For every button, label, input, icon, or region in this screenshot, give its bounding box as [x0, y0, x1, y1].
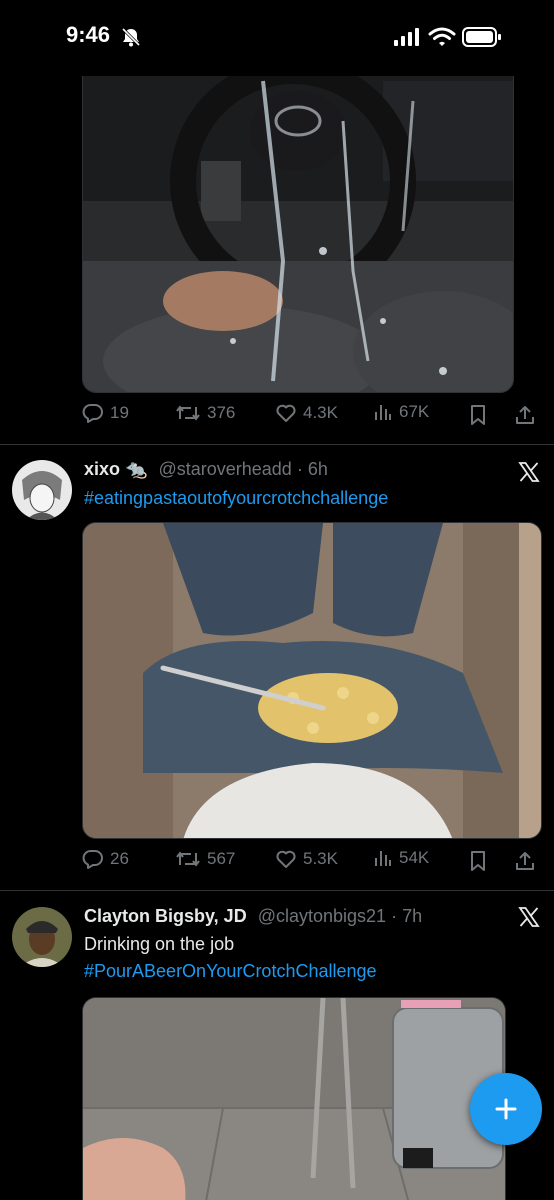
plus-icon [495, 1098, 517, 1120]
repost-icon [176, 851, 200, 867]
compose-button[interactable] [470, 1073, 542, 1145]
repost-icon [176, 405, 200, 421]
reply-icon [82, 850, 103, 869]
bookmark-icon[interactable] [468, 850, 488, 872]
wifi-icon [428, 27, 456, 46]
display-name[interactable]: Clayton Bigsby, JD [84, 906, 247, 926]
tweet-divider [0, 890, 554, 891]
x-logo-icon [518, 462, 540, 482]
like-count: 4.3K [303, 403, 338, 422]
views-button[interactable]: 67K [373, 402, 429, 422]
reply-button[interactable]: 19 [82, 402, 129, 424]
tweet-header: Clayton Bigsby, JD @claytonbigs21 · 7h [84, 906, 422, 927]
views-chart-icon [375, 851, 391, 866]
like-count: 5.3K [303, 849, 338, 868]
bell-slash-icon [121, 27, 141, 47]
share-icon[interactable] [514, 404, 536, 426]
share-icon[interactable] [514, 850, 536, 872]
views-count: 67K [399, 402, 430, 421]
tweet-image[interactable] [82, 60, 514, 393]
views-button[interactable]: 54K [373, 848, 429, 868]
reply-button[interactable]: 26 [82, 848, 129, 870]
x-logo-icon [518, 907, 540, 927]
avatar[interactable] [12, 907, 72, 967]
repost-count: 567 [207, 849, 236, 868]
status-bar: 9:46 [0, 0, 554, 76]
repost-button[interactable]: 376 [175, 402, 235, 424]
battery-icon [462, 27, 501, 47]
tweet-header: xixo 🐀 @staroverheadd · 6h [84, 459, 328, 480]
cellular-signal-icon [394, 28, 419, 46]
handle[interactable]: @staroverheadd [158, 459, 291, 479]
hashtag-link[interactable]: #PourABeerOnYourCrotchChallenge [84, 961, 377, 982]
bookmark-icon[interactable] [468, 404, 488, 426]
reply-count: 26 [110, 849, 129, 868]
tweet-divider [0, 444, 554, 445]
views-chart-icon [375, 405, 391, 420]
tweet-time: · 6h [296, 459, 328, 479]
heart-icon [276, 404, 296, 422]
display-name[interactable]: xixo 🐀 [84, 459, 147, 479]
tweet-actions: 19 376 4.3K 67K [82, 402, 542, 432]
like-button[interactable]: 5.3K [275, 848, 338, 870]
tweet-image[interactable] [82, 997, 506, 1200]
avatar[interactable] [12, 460, 72, 520]
tweet-text: Drinking on the job [84, 934, 235, 954]
handle[interactable]: @claytonbigs21 [258, 906, 386, 926]
reply-count: 19 [110, 403, 129, 422]
reply-icon [82, 404, 103, 423]
tweet-actions: 26 567 5.3K 54K [82, 848, 542, 878]
repost-count: 376 [207, 403, 236, 422]
views-count: 54K [399, 848, 430, 867]
hashtag-link[interactable]: #eatingpastaoutofyourcrotchchallenge [84, 488, 388, 509]
tweet-image[interactable] [82, 522, 542, 839]
like-button[interactable]: 4.3K [275, 402, 338, 424]
repost-button[interactable]: 567 [175, 848, 235, 870]
heart-icon [276, 850, 296, 868]
status-time: 9:46 [66, 22, 111, 47]
tweet-time: · 7h [391, 906, 423, 926]
